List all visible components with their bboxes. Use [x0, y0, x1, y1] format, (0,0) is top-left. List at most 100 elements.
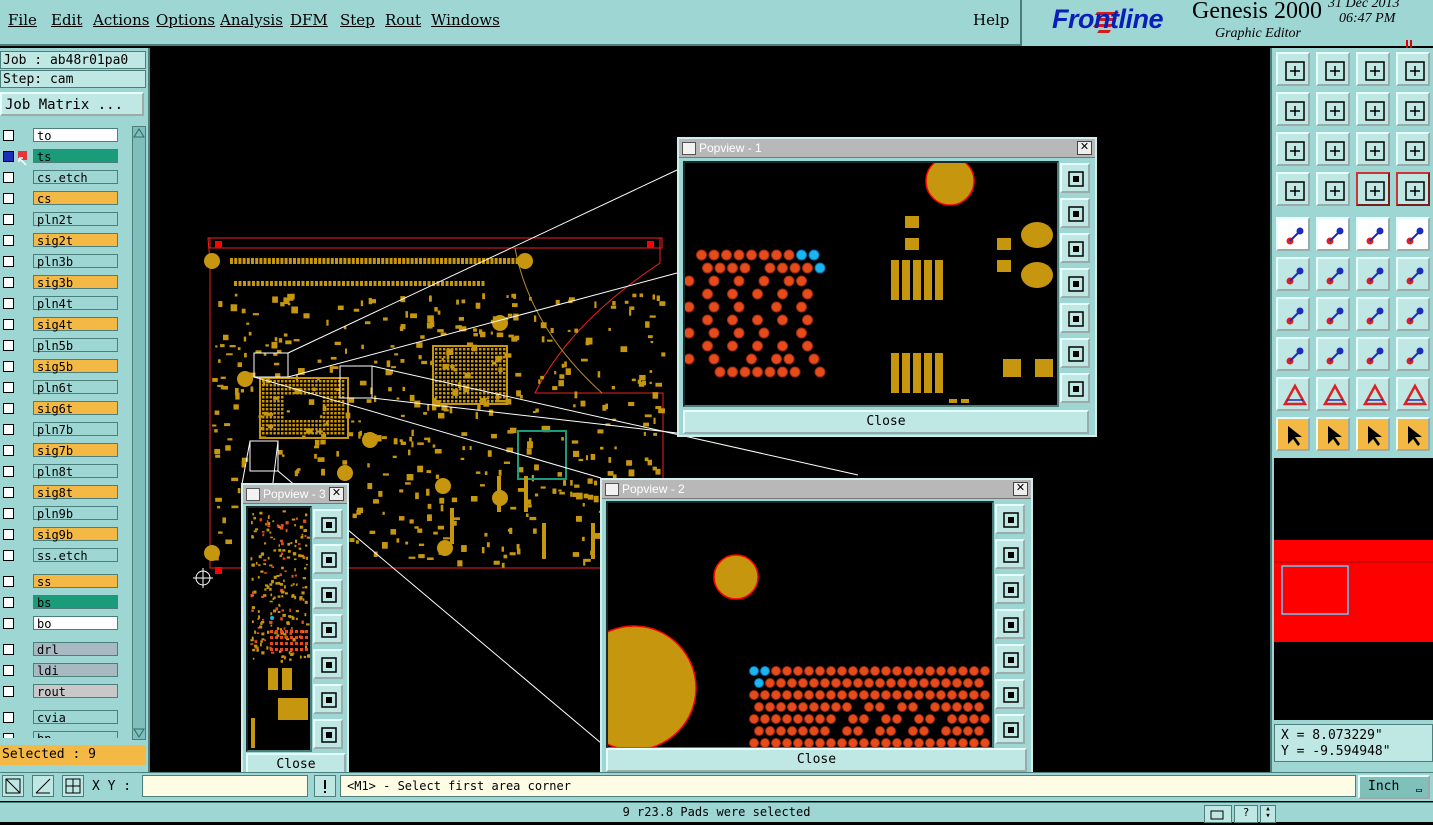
layer-visibility-checkbox[interactable] — [3, 644, 14, 655]
layer-name[interactable]: cs — [33, 191, 118, 206]
close-icon[interactable]: ✕ — [329, 487, 344, 501]
pan-right-button[interactable] — [995, 644, 1025, 674]
menu-rout[interactable]: Rout — [385, 11, 421, 29]
layer-row-pln4t[interactable]: pln4t — [0, 296, 120, 311]
layer-name[interactable]: bp — [33, 731, 118, 738]
zoom-fit-button[interactable] — [1060, 163, 1090, 193]
menu-file[interactable]: File — [8, 11, 37, 29]
popview-2-window[interactable]: Popview - 2 ✕ Close — [600, 478, 1033, 776]
zoom-out-button[interactable] — [313, 719, 343, 749]
menu-windows[interactable]: Windows — [431, 11, 500, 29]
layer-row-ss.etch[interactable]: ss.etch — [0, 548, 120, 563]
zoom-in-button[interactable] — [1276, 132, 1310, 166]
pan-left-button[interactable] — [313, 614, 343, 644]
delete-button[interactable] — [1316, 257, 1350, 291]
zoom-box-button[interactable] — [2, 775, 24, 797]
menu-analysis[interactable]: Analysis — [220, 11, 283, 29]
zoom-1to1-button[interactable] — [1356, 132, 1390, 166]
overview-map[interactable] — [1274, 458, 1433, 720]
layer-name[interactable]: pln8t — [33, 464, 118, 479]
select-box-button[interactable] — [1316, 417, 1350, 451]
layer-name[interactable]: to — [33, 128, 118, 143]
grid-button[interactable] — [1316, 172, 1350, 206]
layer-visibility-checkbox[interactable] — [3, 487, 14, 498]
layer-visibility-checkbox[interactable] — [3, 214, 14, 225]
close-icon[interactable]: ✕ — [1077, 141, 1092, 155]
pan-up-button[interactable] — [313, 544, 343, 574]
popview-3-window[interactable]: Popview - 3 ✕ Close — [241, 483, 349, 778]
layer-row-pln7b[interactable]: pln7b — [0, 422, 120, 437]
layer-name[interactable]: sig4t — [33, 317, 118, 332]
pan-left-button[interactable] — [1060, 268, 1090, 298]
layer-visibility-checkbox[interactable] — [3, 618, 14, 629]
popview-3-view[interactable] — [246, 506, 312, 752]
pan-down-button[interactable] — [995, 574, 1025, 604]
layer-name[interactable]: sig3b — [33, 275, 118, 290]
layer-row-sig5b[interactable]: sig5b — [0, 359, 120, 374]
pan-down-button[interactable] — [1060, 233, 1090, 263]
layer-visibility-checkbox[interactable] — [3, 193, 14, 204]
layer-name[interactable]: ts — [33, 149, 118, 164]
layer-row-pln9b[interactable]: pln9b — [0, 506, 120, 521]
layer-off-button[interactable] — [1396, 172, 1430, 206]
zoom-out-button[interactable] — [1060, 373, 1090, 403]
add-pad-button[interactable] — [1356, 257, 1390, 291]
step-up-button[interactable] — [1276, 52, 1310, 86]
layer-visibility-checkbox[interactable] — [3, 403, 14, 414]
group-button[interactable] — [1396, 337, 1430, 371]
prev-step-button[interactable] — [1276, 92, 1310, 126]
zoom-in-button[interactable] — [313, 684, 343, 714]
layer-row-ldi[interactable]: ldi — [0, 663, 120, 678]
abort-button[interactable] — [314, 775, 336, 797]
menu-options[interactable]: Options — [156, 11, 215, 29]
select-poly-button[interactable] — [1356, 417, 1390, 451]
layer-name[interactable]: sig2t — [33, 233, 118, 248]
dimension-button[interactable] — [1276, 337, 1310, 371]
layer-name[interactable]: pln7b — [33, 422, 118, 437]
ruler-button[interactable] — [1356, 217, 1390, 251]
layer-name[interactable]: rout — [33, 684, 118, 699]
layer-row-pln8t[interactable]: pln8t — [0, 464, 120, 479]
layer-name[interactable]: pln6t — [33, 380, 118, 395]
layer-name[interactable]: sig8t — [33, 485, 118, 500]
popview-1-titlebar[interactable]: Popview - 1 ✕ — [679, 139, 1095, 158]
layer-row-ss[interactable]: ss — [0, 574, 120, 589]
popview-3-titlebar[interactable]: Popview - 3 ✕ — [243, 485, 347, 504]
xy-input[interactable] — [142, 775, 308, 797]
add-line-button[interactable] — [1396, 257, 1430, 291]
popview-1-view[interactable] — [683, 161, 1059, 407]
spin-button[interactable]: ▴ ▾ — [1260, 805, 1276, 823]
layer-name[interactable]: cvia — [33, 710, 118, 725]
layer-visibility-checkbox[interactable] — [3, 256, 14, 267]
menu-actions[interactable]: Actions — [93, 11, 149, 29]
layer-visibility-checkbox[interactable] — [3, 340, 14, 351]
layer-row-sig4t[interactable]: sig4t — [0, 317, 120, 332]
layer-list-scrollbar[interactable] — [132, 126, 146, 740]
layer-visibility-checkbox[interactable] — [3, 576, 14, 587]
layer-visibility-checkbox[interactable] — [3, 151, 14, 162]
pad-select-button[interactable] — [1276, 217, 1310, 251]
layer-row-cs.etch[interactable]: cs.etch — [0, 170, 120, 185]
layer-visibility-checkbox[interactable] — [3, 298, 14, 309]
rotate-button[interactable] — [1356, 297, 1390, 331]
layer-row-bp[interactable]: bp — [0, 731, 120, 738]
menu-dfm[interactable]: DFM — [290, 11, 328, 29]
layer-row-to[interactable]: to — [0, 128, 120, 143]
layer-row-sig7b[interactable]: sig7b — [0, 443, 120, 458]
layer-name[interactable]: pln9b — [33, 506, 118, 521]
layer-visibility-checkbox[interactable] — [3, 361, 14, 372]
layer-row-rout[interactable]: rout — [0, 684, 120, 699]
layer-name[interactable]: cs.etch — [33, 170, 118, 185]
layer-row-sig8t[interactable]: sig8t — [0, 485, 120, 500]
layer-name[interactable]: bo — [33, 616, 118, 631]
layer-visibility-checkbox[interactable] — [3, 235, 14, 246]
layer-name[interactable]: pln5b — [33, 338, 118, 353]
zoom-in-button[interactable] — [995, 679, 1025, 709]
layer-row-pln6t[interactable]: pln6t — [0, 380, 120, 395]
layer-name[interactable]: pln2t — [33, 212, 118, 227]
layer-row-cvia[interactable]: cvia — [0, 710, 120, 725]
layer-name[interactable]: drl — [33, 642, 118, 657]
layer-name[interactable]: sig6t — [33, 401, 118, 416]
layer-visibility-checkbox[interactable] — [3, 597, 14, 608]
draw-line-button[interactable] — [1276, 297, 1310, 331]
